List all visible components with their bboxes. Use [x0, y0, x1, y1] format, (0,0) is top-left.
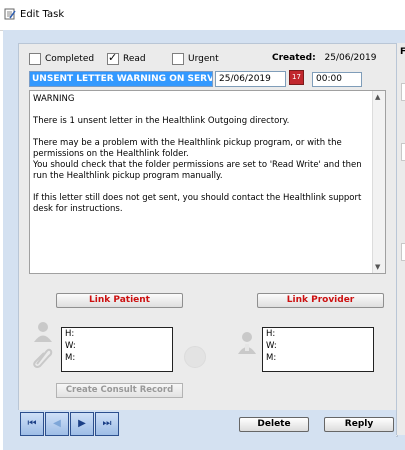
completed-label: Completed [45, 54, 95, 64]
next-record-icon[interactable]: ▶ [70, 412, 94, 436]
message-body[interactable]: WARNING There is 1 unsent letter in the … [29, 90, 386, 274]
created-info: Created: 25/06/2019 [272, 53, 376, 63]
patient-mobile-label: M: [65, 353, 76, 363]
side-panel: F [396, 43, 405, 435]
first-record-icon[interactable]: ⏮ [20, 412, 44, 436]
status-circle [184, 346, 206, 368]
create-consult-record-button[interactable]: Create Consult Record [56, 383, 183, 398]
window-title: Edit Task [20, 9, 65, 20]
side-panel-label: F [400, 47, 405, 57]
provider-work-label: W: [266, 341, 277, 351]
edit-task-icon [4, 8, 16, 20]
patient-work-label: W: [65, 341, 76, 351]
completed-checkbox-box[interactable] [29, 53, 41, 65]
date-field[interactable]: 25/06/2019 [215, 71, 286, 87]
created-value: 25/06/2019 [324, 53, 377, 63]
provider-mobile-label: M: [266, 353, 277, 363]
side-field[interactable] [401, 243, 405, 261]
read-checkbox[interactable]: Read [107, 51, 146, 65]
subject-field[interactable]: UNSENT LETTER WARNING ON SERVER [29, 71, 213, 87]
side-field[interactable] [401, 143, 405, 161]
patient-home-label: H: [65, 329, 75, 339]
dialog-body: Completed Read Urgent Created: 25/06/201… [3, 30, 405, 450]
attachment-icon [33, 348, 53, 368]
urgent-checkbox-box[interactable] [172, 53, 184, 65]
provider-contact-box: H: W: M: [262, 327, 374, 372]
title-bar: Edit Task [0, 0, 405, 31]
patient-avatar-icon [34, 322, 52, 342]
created-label: Created: [272, 53, 316, 63]
scroll-up-icon[interactable]: ▲ [375, 93, 380, 101]
last-record-icon[interactable]: ⏭ [95, 412, 119, 436]
patient-contact-box: H: W: M: [61, 327, 173, 372]
provider-avatar-icon [238, 332, 256, 354]
time-field[interactable]: 00:00 [312, 72, 362, 87]
link-provider-button[interactable]: Link Provider [257, 293, 384, 308]
scroll-down-icon[interactable]: ▼ [375, 263, 380, 271]
completed-checkbox[interactable]: Completed [29, 53, 94, 65]
urgent-label: Urgent [188, 54, 219, 64]
reply-button[interactable]: Reply [324, 417, 394, 432]
link-patient-button[interactable]: Link Patient [56, 293, 183, 308]
delete-button[interactable]: Delete [239, 417, 309, 432]
urgent-checkbox[interactable]: Urgent [172, 53, 219, 65]
calendar-icon[interactable]: 17 [289, 70, 304, 85]
message-scrollbar[interactable]: ▲ ▼ [372, 91, 385, 273]
read-label: Read [123, 54, 146, 64]
side-field[interactable] [401, 83, 405, 101]
previous-record-icon[interactable]: ◀ [45, 412, 69, 436]
task-panel: Completed Read Urgent Created: 25/06/201… [18, 43, 398, 437]
provider-home-label: H: [266, 329, 276, 339]
read-checkbox-box[interactable] [107, 51, 119, 65]
message-text[interactable]: WARNING There is 1 unsent letter in the … [33, 94, 370, 215]
